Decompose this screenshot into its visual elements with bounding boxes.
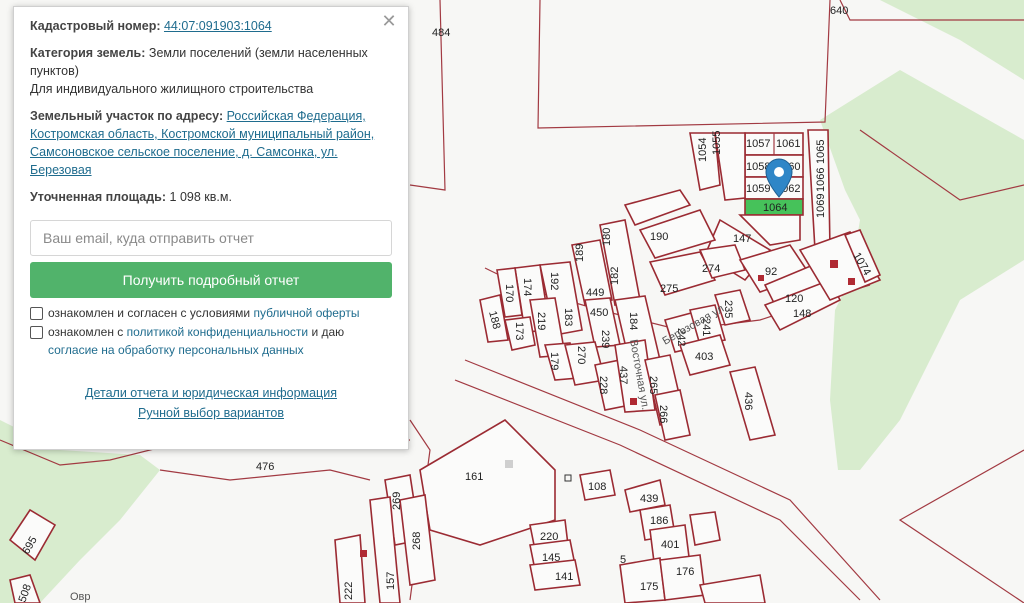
plot-label: 220 [540,531,558,543]
forest-area-northeast [880,0,1024,80]
plot-label: 222 [343,582,355,600]
street-label: Овр [70,591,91,603]
plot-label: 219 [535,312,547,330]
plot-label: 266 [657,405,669,423]
parcel-boundary [898,449,1024,603]
offer-consent[interactable]: ознакомлен и согласен с условиями публич… [30,304,392,322]
plot-label: 270 [575,346,587,364]
plot-label: 157 [385,572,397,590]
plot-label: 183 [562,308,574,326]
address-label: Земельный участок по адресу: [30,109,224,123]
plot-label: 476 [256,461,274,473]
plot-label: 449 [586,287,604,299]
selected-plot-label: 1064 [763,202,787,214]
privacy-checkbox[interactable] [30,326,43,339]
address-row: Земельный участок по адресу: Российская … [30,107,392,179]
plot-label: 437 [617,366,629,384]
plot-label: 189 [574,244,586,262]
plot-label: 148 [793,308,811,320]
plot-label: 161 [465,471,483,483]
plot-label: 401 [661,539,679,551]
plot-label: 1069 [815,194,827,218]
plot-label: 1066 [815,168,827,192]
plot-label: 145 [542,552,560,564]
area-label: Уточненная площадь: [30,190,167,204]
plot-label: 228 [597,376,609,394]
plot-label: 1061 [776,138,800,150]
plot-label: 1054 [697,138,709,162]
privacy-prefix: ознакомлен с [48,325,124,339]
plot-label: 190 [650,231,668,243]
area-value: 1 098 кв.м. [169,190,232,204]
offer-prefix: ознакомлен и согласен с условиями [48,306,251,320]
get-report-button[interactable]: Получить подробный отчет [30,262,392,298]
plot-label: 120 [785,293,803,305]
plot-label: 450 [590,307,608,319]
category-label: Категория земель: [30,46,146,60]
privacy-consent[interactable]: ознакомлен с политикой конфиденциальност… [30,323,392,359]
plot-label: 147 [733,233,751,245]
parcel-info-popup: ✕ Кадастровый номер: 44:07:091903:1064 К… [13,6,409,450]
manual-selection-link[interactable]: Ручной выбор вариантов [138,406,284,420]
parcel[interactable] [698,574,766,603]
building-marker [564,474,572,482]
building-marker [830,260,838,268]
building-marker [505,460,513,468]
plot-label: 484 [432,27,450,39]
plot-label: 184 [627,312,639,330]
plot-label: 1065 [815,140,827,164]
plot-label: 108 [588,481,606,493]
plot-label: 173 [513,322,525,340]
plot-label: 182 [609,267,621,285]
plot-label: 174 [521,278,533,296]
cadastral-row: Кадастровый номер: 44:07:091903:1064 [30,17,392,35]
plot-label: 268 [411,532,423,550]
personal-data-consent-link[interactable]: согласие на обработку персональных данны… [48,343,304,357]
offer-checkbox[interactable] [30,307,43,320]
category-row: Категория земель: Земли поселений (земли… [30,44,392,98]
plot-label: 439 [640,493,658,505]
plot-label: 1057 [746,138,770,150]
plot-label: 170 [503,284,515,302]
building-marker [630,398,637,405]
plot-label: 275 [660,283,678,295]
offer-consent-text: ознакомлен и согласен с условиями публич… [48,304,359,322]
plot-label: 269 [391,492,403,510]
plot-label: 176 [676,566,694,578]
plot-label: 403 [695,351,713,363]
plot-label: 5 [620,554,626,566]
plot-label: 141 [555,571,573,583]
offer-link[interactable]: публичной оферты [253,306,359,320]
area-row: Уточненная площадь: 1 098 кв.м. [30,188,392,206]
close-icon[interactable]: ✕ [379,11,399,31]
usage-value: Для индивидуального жилищного строительс… [30,82,314,96]
email-input[interactable] [30,220,392,256]
parcel[interactable] [689,511,721,546]
cadastral-label: Кадастровый номер: [30,19,161,33]
building-marker [848,278,855,285]
parcel-boundary [537,0,831,129]
plot-label: 186 [650,515,668,527]
plot-label: 192 [548,272,560,290]
plot-label: 239 [599,330,611,348]
cadastral-number-link[interactable]: 44:07:091903:1064 [164,19,272,33]
privacy-suffix: и даю [311,325,345,339]
plot-label: 92 [765,266,777,278]
popup-footer: Детали отчета и юридическая информация Р… [30,383,392,423]
plot-label: 175 [640,581,658,593]
plot-label: 640 [830,5,848,17]
privacy-policy-link[interactable]: политикой конфиденциальности [127,325,308,339]
plot-label: 436 [742,392,754,410]
map-pin-icon[interactable] [765,158,793,198]
plot-label: 179 [548,352,560,370]
building-marker [360,550,367,557]
plot-label: 180 [601,228,613,246]
report-details-link[interactable]: Детали отчета и юридическая информация [85,386,337,400]
privacy-consent-text: ознакомлен с политикой конфиденциальност… [48,323,344,359]
plot-label: 274 [702,263,720,275]
plot-label: 1055 [711,131,723,155]
building-marker [758,275,764,281]
